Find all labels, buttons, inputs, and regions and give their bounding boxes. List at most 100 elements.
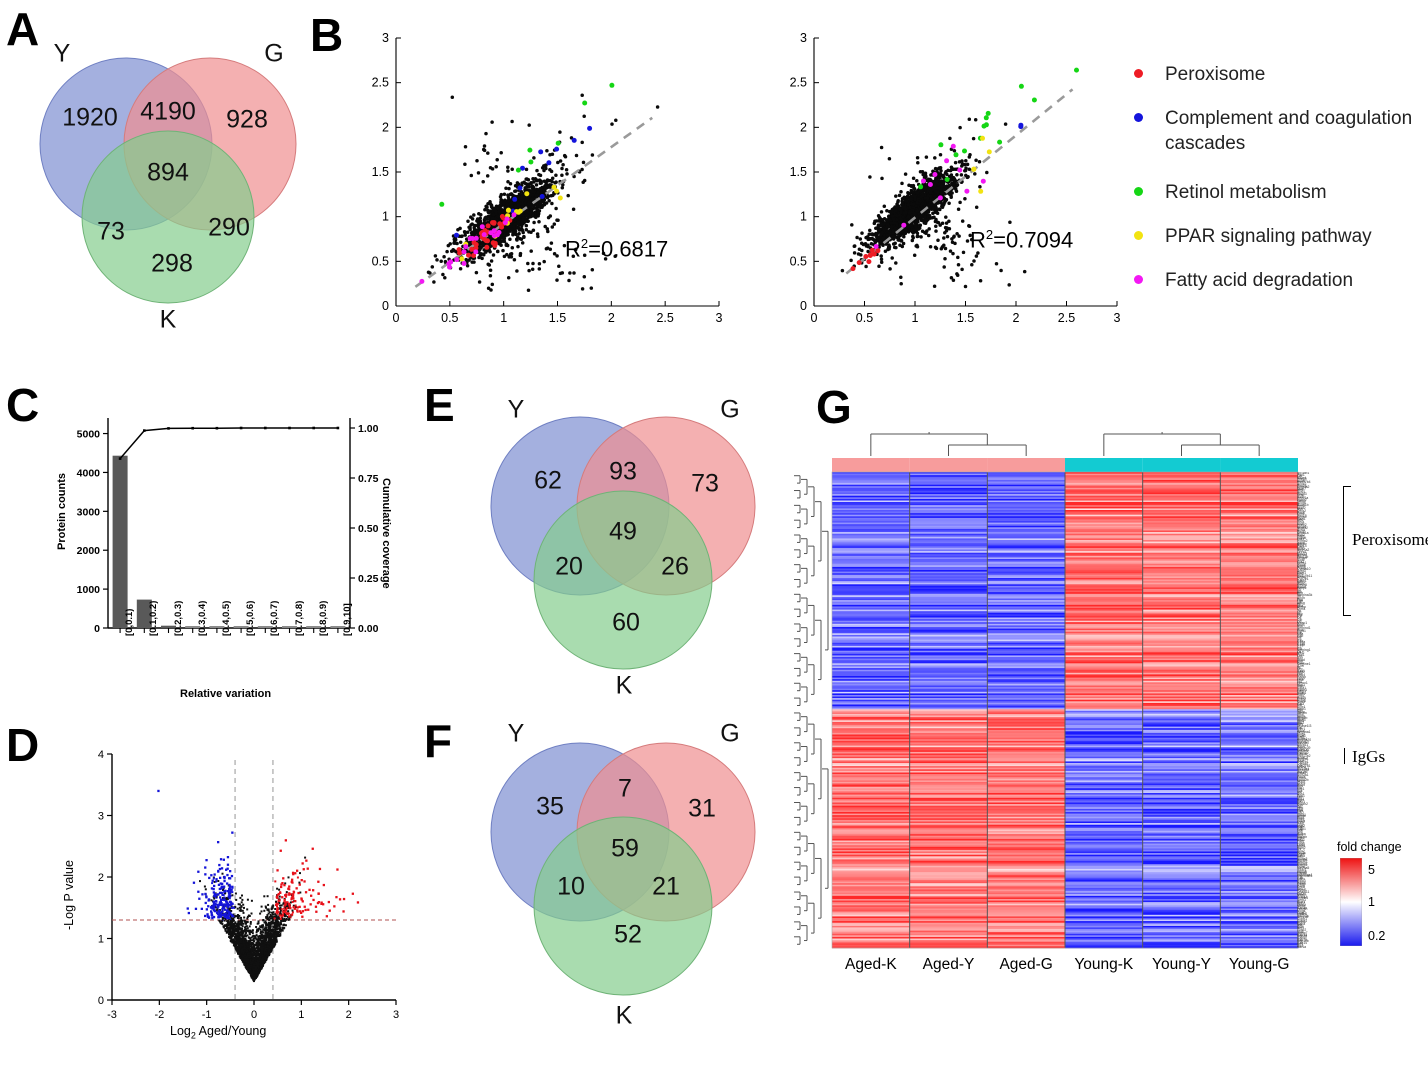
svg-text:3: 3 (800, 31, 807, 45)
venn-a-label-g: G (264, 39, 284, 68)
svg-text:0.50: 0.50 (358, 523, 379, 535)
svg-text:0.5: 0.5 (790, 254, 807, 268)
heatmap-col-label-3: Young-K (1074, 956, 1134, 973)
panel-d-chart: -3 -2 -1 0 1 2 3 0 1 2 3 4 -Log P value Log2 Aged/Yo… (40, 740, 410, 1060)
venn-f-count-y-only: 35 (536, 792, 564, 821)
panel-c-bin-label: [0.9,10] (341, 603, 353, 636)
svg-text:2.5: 2.5 (1058, 311, 1075, 325)
panel-c-bin-label: [0.4,0.5) (220, 600, 232, 636)
heatmap-annotation-iggs: IgGs (1352, 747, 1386, 766)
panel-f-letter: F (424, 715, 453, 767)
panel-d-letter: D (6, 719, 40, 771)
venn-e-count-k-only: 60 (612, 608, 640, 637)
svg-text:0: 0 (98, 995, 104, 1007)
heatmap-col-label-0: Aged-K (844, 956, 897, 973)
venn-f-count-g-only: 31 (688, 794, 716, 823)
venn-a-count-yg: 4190 (140, 97, 196, 126)
panel-d-xaxis-label: Log2 Aged/Young (170, 1024, 267, 1041)
svg-text:0.25: 0.25 (358, 573, 379, 585)
svg-text:3: 3 (98, 811, 104, 823)
svg-text:0: 0 (251, 1009, 257, 1021)
venn-f-svg (490, 742, 756, 996)
legend-item-1: Complement and coagulation cascades (1134, 106, 1426, 156)
scatter-right-svg: 00 0.5 0.5 1 1 1.5 1.5 2 2 2.5 2.5 3 3 (790, 31, 1121, 325)
panel-c-bin-label: [0,0.1) (124, 608, 136, 636)
panel-e-letter: E (424, 379, 455, 431)
legend-item-2: Retinol metabolism (1134, 180, 1426, 205)
venn-e-count-yk: 20 (555, 552, 583, 581)
panel-c-yaxis-label: Protein counts (56, 472, 68, 550)
panel-c-chart: 0 1000 2000 3000 4000 5000 0.00 0.25 0.50 0.75 1.0… (40, 400, 410, 700)
svg-text:2.5: 2.5 (656, 311, 673, 325)
venn-a-count-g-only: 928 (226, 105, 268, 134)
svg-text:2: 2 (608, 311, 615, 325)
scatter-left-r2: R2=0.6817 (565, 236, 669, 262)
svg-text:1000: 1000 (77, 584, 101, 596)
heatmap-annotation-peroxisome: Peroxisome (1352, 530, 1428, 549)
peroxisome-bracket (1343, 486, 1351, 616)
panel-b-letter: B (310, 9, 344, 61)
venn-e-label-g: G (720, 395, 740, 424)
panel-c-bin-label: [0.1,0.2) (148, 600, 160, 636)
venn-a-count-k-only: 298 (151, 249, 193, 278)
heatmap-col-label-5: Young-G (1228, 956, 1290, 973)
svg-text:0.5: 0.5 (441, 311, 458, 325)
legend-label: Complement and coagulation cascades (1165, 108, 1413, 155)
svg-text:-1: -1 (202, 1009, 212, 1021)
panel-d-yaxis-label: -Log P value (62, 860, 76, 930)
svg-text:1: 1 (800, 210, 807, 224)
venn-e-count-g-only: 73 (691, 469, 719, 498)
panel-c-bin-label: [0.3,0.4) (196, 600, 208, 636)
heatmap-col-label-4: Young-Y (1152, 956, 1211, 973)
legend-dot-icon (1134, 113, 1143, 122)
venn-f-count-k-only: 52 (614, 920, 642, 949)
svg-text:1.5: 1.5 (549, 311, 566, 325)
venn-f-label-g: G (720, 719, 740, 748)
legend-label: Retinol metabolism (1165, 182, 1327, 203)
colorbar-tick-low: 0.2 (1368, 929, 1386, 943)
panel-c-xaxis-label: Relative variation (180, 688, 272, 700)
panel-c-bin-label: [0.5,0.6) (245, 600, 257, 636)
svg-text:1: 1 (500, 311, 507, 325)
legend-item-3: PPAR signaling pathway (1134, 224, 1426, 249)
svg-text:3: 3 (382, 31, 389, 45)
svg-text:2: 2 (98, 872, 104, 884)
panel-c-yaxis2-label: Cumulative coverage (380, 478, 392, 589)
panel-c-bin-label: [0.6,0.7) (269, 600, 281, 636)
venn-e-count-yg: 93 (609, 457, 637, 486)
svg-text:1.5: 1.5 (957, 311, 974, 325)
panel-f-venn: Y G K 35 7 31 59 10 21 52 (468, 719, 778, 1032)
panel-a-venn: Y G K 1920 4190 928 894 73 290 298 (18, 39, 318, 334)
legend-dot-icon (1134, 275, 1143, 284)
venn-f-label-y: Y (507, 719, 525, 748)
svg-text:4: 4 (98, 749, 104, 761)
venn-a-label-y: Y (53, 39, 71, 68)
venn-f-label-k: K (615, 1001, 633, 1030)
svg-text:0: 0 (94, 623, 100, 635)
venn-a-count-ygk: 894 (147, 158, 189, 187)
svg-text:2: 2 (382, 120, 389, 134)
svg-text:-3: -3 (107, 1009, 117, 1021)
venn-f-count-gk: 21 (652, 872, 680, 901)
heatmap-row-label: Sar1a (1297, 945, 1307, 948)
venn-a-label-k: K (159, 305, 177, 334)
legend-item-4: Fatty acid degradation (1134, 268, 1426, 293)
svg-text:2: 2 (1013, 311, 1020, 325)
svg-text:2000: 2000 (77, 545, 101, 557)
venn-e-count-y-only: 62 (534, 466, 562, 495)
svg-text:2: 2 (800, 120, 807, 134)
venn-e-count-ygk: 49 (609, 517, 637, 546)
venn-f-count-ygk: 59 (611, 834, 639, 863)
venn-f-count-yk: 10 (557, 872, 585, 901)
panel-c-letter: C (6, 379, 40, 431)
legend-dot-icon (1134, 187, 1143, 196)
svg-text:0.00: 0.00 (358, 623, 379, 635)
svg-text:1: 1 (382, 210, 389, 224)
iggs-marker (1344, 748, 1345, 764)
svg-text:1.00: 1.00 (358, 423, 379, 435)
svg-text:-2: -2 (154, 1009, 164, 1021)
legend-label: PPAR signaling pathway (1165, 226, 1372, 247)
colorbar-svg (1339, 857, 1363, 947)
colorbar-tick-mid: 1 (1368, 895, 1375, 909)
svg-text:2.5: 2.5 (372, 76, 389, 90)
